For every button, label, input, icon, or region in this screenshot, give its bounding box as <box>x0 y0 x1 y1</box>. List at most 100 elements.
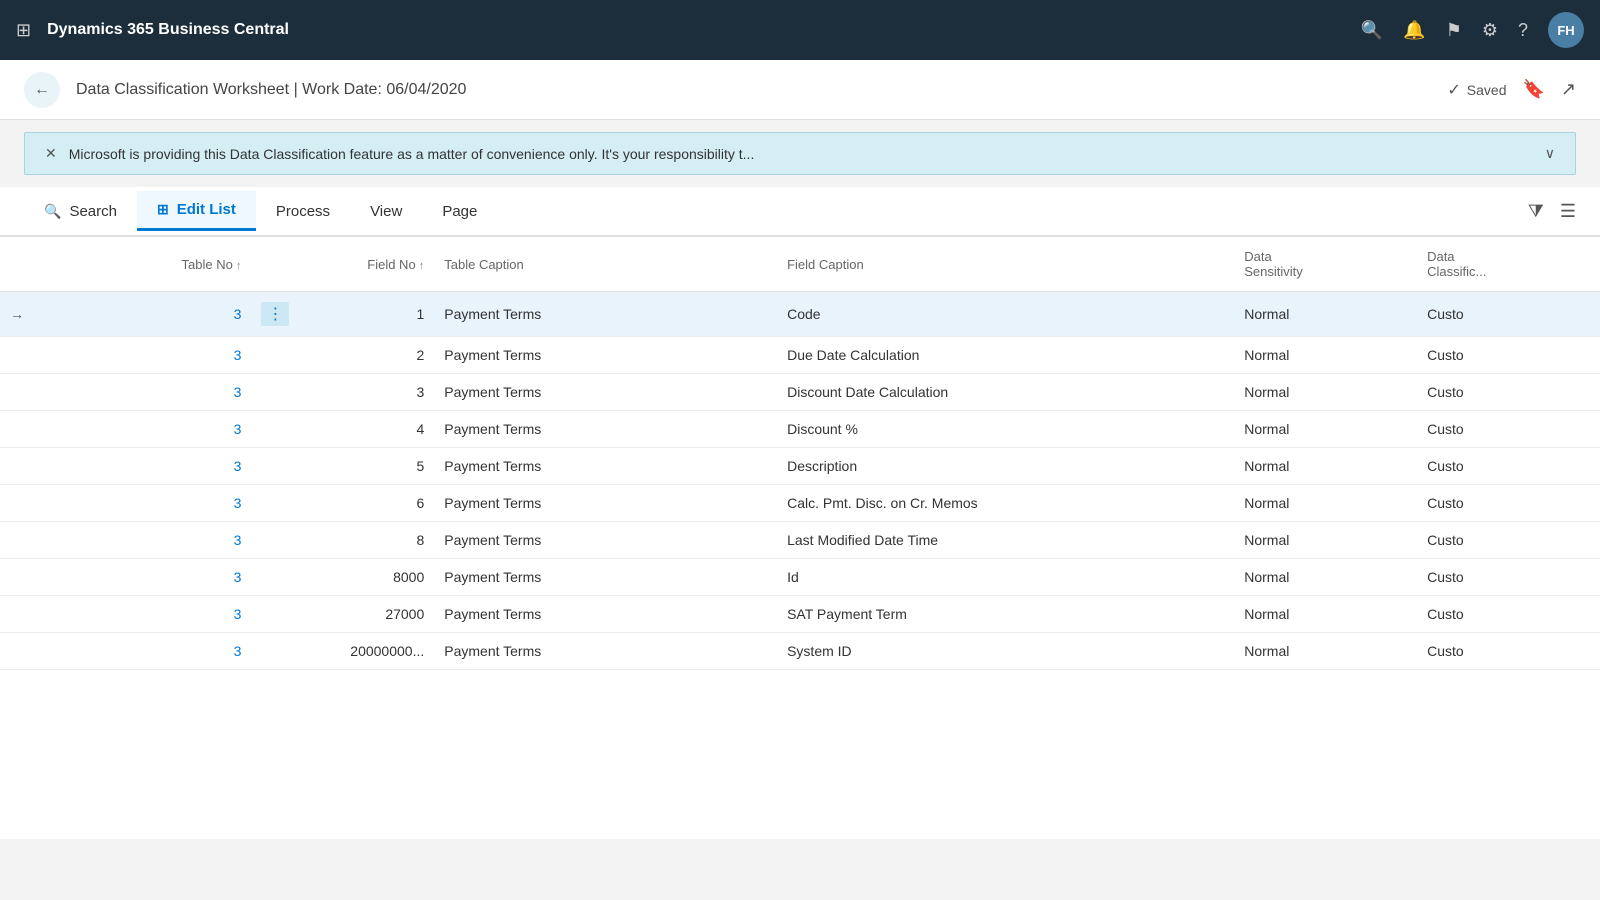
row-arrow-icon: → <box>10 306 24 322</box>
bookmark-icon[interactable]: 🔖 <box>1522 79 1544 100</box>
header-actions: 🔖 ↗ <box>1522 79 1576 100</box>
toolbar: 🔍 Search ⊞ Edit List Process View Page ⧩… <box>0 187 1600 237</box>
table-row[interactable]: 34Payment TermsDiscount %NormalCusto <box>0 411 1600 448</box>
page-button[interactable]: Page <box>422 193 497 230</box>
list-view-icon[interactable]: ☰ <box>1560 201 1576 222</box>
row-arrow-cell <box>0 559 46 596</box>
cell-data-sensitivity: Normal <box>1234 448 1417 485</box>
table-row[interactable]: 38Payment TermsLast Modified Date TimeNo… <box>0 522 1600 559</box>
cell-data-sensitivity: Normal <box>1234 596 1417 633</box>
cell-table-no: 3 <box>46 559 252 596</box>
cell-data-sensitivity: Normal <box>1234 522 1417 559</box>
cell-table-no: 3 <box>46 448 252 485</box>
table-row[interactable]: 327000Payment TermsSAT Payment TermNorma… <box>0 596 1600 633</box>
th-data-classification[interactable]: DataClassific... <box>1417 237 1600 292</box>
table-row[interactable]: 3 20000000...Payment TermsSystem IDNormal… <box>0 633 1600 670</box>
row-arrow-cell <box>0 448 46 485</box>
table-row[interactable]: →3⋮1Payment TermsCodeNormalCusto <box>0 292 1600 337</box>
th-field-no[interactable]: Field No <box>297 237 434 292</box>
cell-table-no: 3 <box>46 374 252 411</box>
cell-field-caption: Description <box>777 448 1234 485</box>
notification-expand-icon[interactable]: ∨ <box>1545 145 1555 162</box>
saved-status: ✓ Saved <box>1447 80 1506 100</box>
cell-data-classification: Custo <box>1417 292 1600 337</box>
search-nav-icon[interactable]: 🔍 <box>1361 20 1383 41</box>
cell-table-no: 3 <box>46 337 252 374</box>
process-button[interactable]: Process <box>256 193 350 230</box>
cell-context-menu[interactable] <box>251 522 297 559</box>
toolbar-left: 🔍 Search ⊞ Edit List Process View Page <box>24 191 497 231</box>
cell-field-no: 5 <box>297 448 434 485</box>
th-table-caption[interactable]: Table Caption <box>434 237 777 292</box>
cell-data-classification: Custo <box>1417 485 1600 522</box>
row-arrow-cell <box>0 596 46 633</box>
avatar[interactable]: FH <box>1548 12 1584 48</box>
notification-text: Microsoft is providing this Data Classif… <box>69 146 1533 162</box>
cell-field-no: 1 <box>297 292 434 337</box>
table-row[interactable]: 36Payment TermsCalc. Pmt. Disc. on Cr. M… <box>0 485 1600 522</box>
flag-icon[interactable]: ⚑ <box>1446 20 1462 41</box>
table-header-row: Table No Field No Table Caption Field Ca… <box>0 237 1600 292</box>
cell-context-menu[interactable] <box>251 559 297 596</box>
edit-list-icon: ⊞ <box>157 201 169 218</box>
cell-data-classification: Custo <box>1417 411 1600 448</box>
cell-context-menu[interactable] <box>251 411 297 448</box>
row-arrow-cell <box>0 337 46 374</box>
cell-data-sensitivity: Normal <box>1234 292 1417 337</box>
cell-table-caption: Payment Terms <box>434 292 777 337</box>
table-row[interactable]: 33Payment TermsDiscount Date Calculation… <box>0 374 1600 411</box>
bell-icon[interactable]: 🔔 <box>1403 20 1425 41</box>
row-arrow-cell <box>0 374 46 411</box>
toolbar-right: ⧩ ☰ <box>1528 201 1576 222</box>
cell-data-sensitivity: Normal <box>1234 374 1417 411</box>
th-table-no[interactable]: Table No <box>46 237 252 292</box>
help-icon[interactable]: ? <box>1518 20 1528 41</box>
settings-icon[interactable]: ⚙ <box>1482 20 1498 41</box>
cell-field-caption: Id <box>777 559 1234 596</box>
notification-close-icon[interactable]: ✕ <box>45 145 57 162</box>
page-title: Data Classification Worksheet | Work Dat… <box>76 81 1431 99</box>
cell-data-classification: Custo <box>1417 374 1600 411</box>
cell-data-classification: Custo <box>1417 522 1600 559</box>
table-row[interactable]: 35Payment TermsDescriptionNormalCusto <box>0 448 1600 485</box>
cell-context-menu[interactable]: ⋮ <box>251 292 297 337</box>
view-button[interactable]: View <box>350 193 422 230</box>
cell-table-no: 3 <box>46 633 252 670</box>
context-menu-button[interactable]: ⋮ <box>261 302 289 326</box>
cell-field-caption: System ID <box>777 633 1234 670</box>
cell-table-caption: Payment Terms <box>434 485 777 522</box>
cell-data-classification: Custo <box>1417 337 1600 374</box>
row-arrow-cell: → <box>0 292 46 337</box>
cell-data-sensitivity: Normal <box>1234 559 1417 596</box>
cell-context-menu[interactable] <box>251 485 297 522</box>
cell-context-menu[interactable] <box>251 596 297 633</box>
cell-table-caption: Payment Terms <box>434 633 777 670</box>
row-arrow-cell <box>0 522 46 559</box>
th-data-sensitivity[interactable]: DataSensitivity <box>1234 237 1417 292</box>
cell-data-classification: Custo <box>1417 559 1600 596</box>
cell-field-no: 20000000... <box>297 633 434 670</box>
th-context-menu <box>251 237 297 292</box>
cell-context-menu[interactable] <box>251 633 297 670</box>
th-field-caption[interactable]: Field Caption <box>777 237 1234 292</box>
share-icon[interactable]: ↗ <box>1561 79 1576 100</box>
cell-context-menu[interactable] <box>251 337 297 374</box>
table-body: →3⋮1Payment TermsCodeNormalCusto32Paymen… <box>0 292 1600 670</box>
search-button[interactable]: 🔍 Search <box>24 193 137 230</box>
back-button[interactable]: ← <box>24 72 60 108</box>
cell-table-caption: Payment Terms <box>434 337 777 374</box>
edit-list-button[interactable]: ⊞ Edit List <box>137 191 256 231</box>
data-table: Table No Field No Table Caption Field Ca… <box>0 237 1600 670</box>
cell-context-menu[interactable] <box>251 448 297 485</box>
cell-data-sensitivity: Normal <box>1234 633 1417 670</box>
notification-banner: ✕ Microsoft is providing this Data Class… <box>24 132 1576 175</box>
filter-icon[interactable]: ⧩ <box>1528 201 1544 222</box>
cell-field-caption: SAT Payment Term <box>777 596 1234 633</box>
cell-field-no: 6 <box>297 485 434 522</box>
table-row[interactable]: 38000Payment TermsIdNormalCusto <box>0 559 1600 596</box>
table-row[interactable]: 32Payment TermsDue Date CalculationNorma… <box>0 337 1600 374</box>
cell-context-menu[interactable] <box>251 374 297 411</box>
row-arrow-cell <box>0 411 46 448</box>
app-title: Dynamics 365 Business Central <box>47 21 1345 39</box>
grid-icon[interactable]: ⊞ <box>16 20 31 41</box>
